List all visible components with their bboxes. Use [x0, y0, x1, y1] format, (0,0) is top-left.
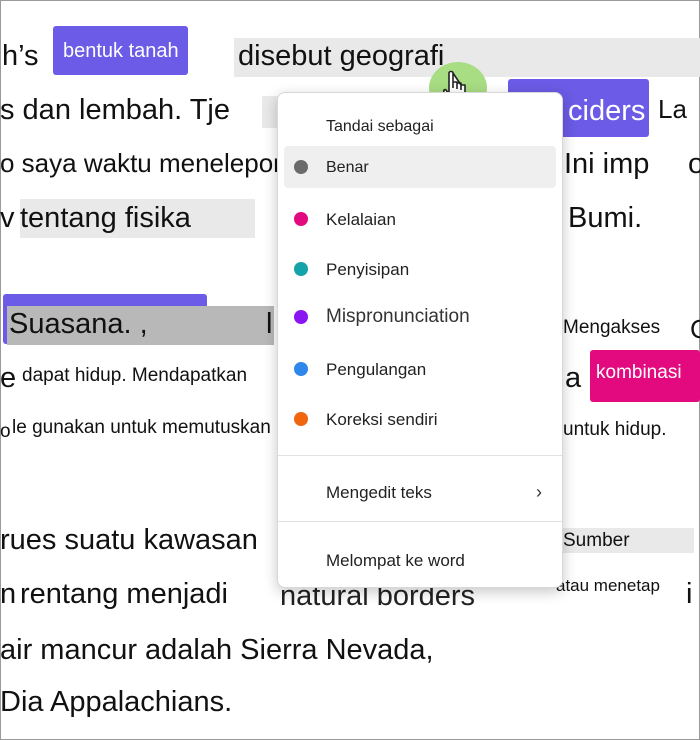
dot-pink-icon	[294, 212, 308, 226]
word-fragment[interactable]: h’s	[2, 42, 39, 71]
menu-item-pengulangan[interactable]: Pengulangan	[284, 348, 556, 390]
menu-item-label: Melompat ke word	[326, 551, 465, 570]
menu-item-label: Koreksi sendiri	[326, 410, 438, 429]
menu-item-kelalaian[interactable]: Kelalaian	[284, 198, 556, 240]
word-phrase[interactable]: rentang menjadi	[20, 580, 228, 609]
word-phrase[interactable]: Bumi.	[568, 204, 642, 233]
word-fragment[interactable]: l	[266, 310, 272, 339]
menu-item-label: Penyisipan	[326, 260, 410, 279]
word-phrase[interactable]: Dia Appalachians.	[0, 688, 232, 717]
dot-gray-icon	[294, 160, 308, 174]
mark-as-context-menu: Tandai sebagai Benar Kelalaian Penyisipa…	[277, 92, 563, 588]
word-phrase[interactable]: le gunakan untuk memutuskan	[12, 418, 271, 437]
word-phrase[interactable]: air mancur adalah Sierra Nevada,	[0, 636, 434, 665]
menu-item-penyisipan[interactable]: Penyisipan	[284, 248, 556, 290]
word-fragment[interactable]: C	[690, 316, 700, 342]
word-phrase[interactable]: o saya waktu menelepon	[0, 150, 288, 176]
word-marked-mispronunciation[interactable]: bentuk tanah	[53, 26, 188, 75]
word-fragment[interactable]: v	[0, 204, 15, 233]
menu-item-jump-to-word[interactable]: Melompat ke word	[284, 539, 556, 581]
word-phrase[interactable]: Sumber	[563, 528, 694, 553]
menu-item-label: Mispronunciation	[326, 306, 470, 327]
menu-separator	[278, 455, 562, 456]
word-fragment[interactable]: a	[565, 364, 581, 393]
word-phrase[interactable]: dapat hidup. Mendapatkan	[22, 366, 247, 385]
word-fragment[interactable]: La	[658, 96, 687, 122]
word-marked-omission[interactable]: kombinasi	[590, 350, 700, 402]
dot-purple-icon	[294, 310, 308, 324]
menu-item-label: Mengedit teks	[326, 483, 432, 502]
word-fragment[interactable]: n	[0, 580, 16, 609]
dot-orange-icon	[294, 412, 308, 426]
word-fragment[interactable]: o	[688, 150, 700, 179]
word-fragment[interactable]: e	[0, 364, 16, 393]
chevron-right-icon: ›	[536, 482, 542, 502]
word-fragment[interactable]: o	[0, 422, 11, 441]
menu-separator	[278, 521, 562, 522]
dot-teal-icon	[294, 262, 308, 276]
menu-header: Tandai sebagai	[326, 118, 434, 135]
menu-item-koreksi-sendiri[interactable]: Koreksi sendiri	[284, 398, 556, 440]
dot-blue-icon	[294, 362, 308, 376]
menu-item-mispronunciation[interactable]: Mispronunciation	[284, 296, 556, 338]
menu-item-label: Kelalaian	[326, 210, 396, 229]
menu-item-label: Benar	[326, 159, 369, 176]
word-phrase[interactable]: untuk hidup.	[563, 420, 667, 439]
word-phrase[interactable]: rues suatu kawasan	[0, 526, 258, 555]
word-phrase[interactable]: atau menetap	[556, 577, 660, 594]
word-selected[interactable]: Suasana. ,	[7, 306, 274, 345]
menu-item-benar[interactable]: Benar	[284, 146, 556, 188]
word-phrase[interactable]: tentang fisika	[20, 199, 255, 238]
menu-item-label: Pengulangan	[326, 360, 427, 379]
menu-item-edit-text[interactable]: Mengedit teks ›	[284, 471, 556, 513]
word-phrase[interactable]: Ini imp	[564, 150, 649, 179]
word-fragment[interactable]: i	[686, 580, 692, 609]
word-phrase[interactable]: Mengakses	[563, 318, 660, 337]
word-phrase[interactable]: s dan lembah. Tje	[0, 96, 230, 125]
